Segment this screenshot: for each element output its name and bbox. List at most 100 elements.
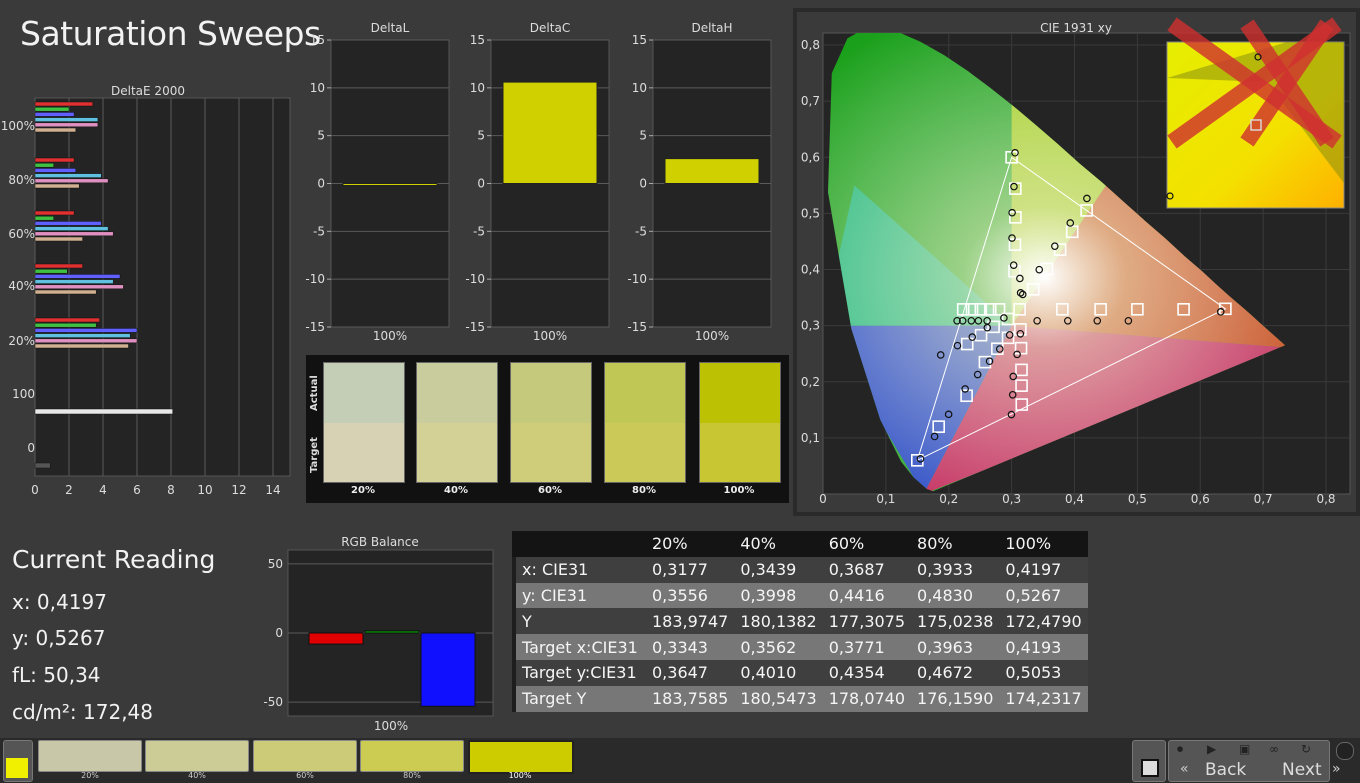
swatch-pair [510,362,592,483]
deltae-bar [34,231,114,237]
delta-panel-title: DeltaL [371,21,410,35]
delta-tick-label: -10 [465,272,485,286]
table-cell: 180,5473 [734,685,823,712]
cie-xtick-label: 0,8 [1316,492,1335,506]
table-cell: 0,5053 [999,659,1088,686]
rgb-tick-label: 0 [275,626,283,640]
table-row: x: CIE31 0,3177 0,3439 0,3687 0,3933 0,4197 [512,556,1088,583]
deltae-bar [34,162,54,168]
delta-tick-label: -15 [627,320,647,334]
target-label-box: Target [306,425,320,485]
deltae-bar [34,268,68,274]
rgb-tick-label: -50 [263,695,283,709]
table-cell: 0,3562 [734,634,823,660]
table-cell: Target Y [516,685,646,712]
actual-swatch [605,363,685,423]
current-reading-title: Current Reading [12,545,216,574]
save-icon[interactable]: ▣ [1239,742,1250,756]
deltae-group-label: 20% [8,334,35,348]
deltae-bar [34,408,173,415]
delta-tick-label: 10 [310,81,325,95]
toolbar-swatch-button[interactable] [253,740,357,772]
current-color-button[interactable] [3,740,33,782]
readings-table: 20% 40% 60% 80% 100% x: CIE31 0,3177 0,3439 0,36… [512,531,1088,712]
delta-tick-label: -15 [305,320,325,334]
table-cell: 183,9747 [646,608,735,635]
toolbar-swatch-button[interactable] [145,740,249,772]
swatch-pair [323,362,405,483]
back-button[interactable]: Back [1205,760,1246,780]
table-header-cell: 20% [646,531,735,557]
stop-button[interactable] [1132,740,1166,782]
table-cell: 175,0238 [911,608,1000,635]
deltae-group-label: 60% [8,227,35,241]
actual-swatch [417,363,497,423]
deltae-bar [34,215,54,221]
table-cell: 0,3343 [646,634,735,660]
delta-tick-label: 0 [639,177,647,191]
delta-panel-title: DeltaH [691,21,732,35]
table-cell: 178,0740 [822,685,912,712]
actual-label: Actual [309,375,320,411]
table-cell: 0,3439 [734,556,823,583]
rgb-bar [308,632,364,645]
table-cell: 0,3933 [911,556,1000,583]
cie-xtick-label: 0 [819,492,827,506]
table-cell: 0,4830 [911,582,1000,609]
target-label: Target [309,437,320,473]
toolbar-swatch-button[interactable] [360,740,464,772]
table-cell: 174,2317 [999,685,1088,712]
deltae-chart: DeltaE 2000 0 2 4 6 8 10 12 14 100% 80% 60% 40% 20%… [1,84,291,497]
swatch-pair [604,362,686,483]
cie-ytick-label: 0,7 [801,94,820,108]
table-header-cell: 100% [999,531,1088,557]
current-color-swatch [6,758,28,778]
deltae-bar [34,226,109,231]
deltae-bar [34,157,75,163]
table-cell: 177,3075 [822,608,912,635]
next-button[interactable]: Next [1282,760,1322,780]
loop-icon[interactable]: ∞ [1269,742,1279,756]
table-cell: Y [516,608,646,635]
delta-xlabel: 100% [695,329,729,343]
deltae-bar [34,221,102,226]
delta-xlabel: 100% [533,329,567,343]
deltae-bar [34,328,138,333]
toolbar-swatch-button[interactable] [468,740,574,774]
target-swatch [605,423,685,482]
play-icon[interactable]: ▶ [1207,742,1216,756]
deltae-group-label: 100% [1,119,35,133]
status-light-icon [1336,742,1354,760]
deltae-xtick-label: 14 [265,483,280,497]
rgb-tick-label: 50 [268,557,283,571]
deltae-bar [34,322,97,328]
deltae-bar [34,338,138,344]
cie-ytick-label: 0,3 [801,319,820,333]
table-cell: 0,4193 [999,634,1088,660]
toolbar-swatch-label: 40% [188,771,206,780]
record-icon[interactable]: ⏺ [1177,742,1183,757]
table-cell: y: CIE31 [516,582,646,609]
deltae-bar [34,284,124,290]
delta-bar [342,183,438,186]
table-row: Y 183,9747 180,1382 177,3075 175,0238 172,479… [512,608,1088,635]
target-swatch [700,423,780,482]
table-cell: 0,4416 [822,582,912,609]
toolbar-swatch-label: 60% [296,771,314,780]
table-cell: 0,4672 [911,659,1000,686]
actual-swatch [511,363,591,423]
actual-swatch [324,363,404,423]
cie-xtick-label: 0,3 [1002,492,1021,506]
table-cell: 172,4790 [999,608,1088,635]
refresh-icon[interactable]: ↻ [1301,742,1311,756]
delta-tick-label: 5 [317,129,325,143]
stop-square-icon [1141,759,1159,777]
delta-tick-label: 5 [477,129,485,143]
target-swatch [511,423,591,482]
page-title: Saturation Sweeps [20,14,321,53]
delta-tick-label: 10 [632,81,647,95]
table-cell: 0,3998 [734,582,823,609]
delta-tick-label: -5 [473,224,485,238]
toolbar-swatch-button[interactable] [38,740,142,772]
table-cell: 0,3177 [646,556,735,583]
